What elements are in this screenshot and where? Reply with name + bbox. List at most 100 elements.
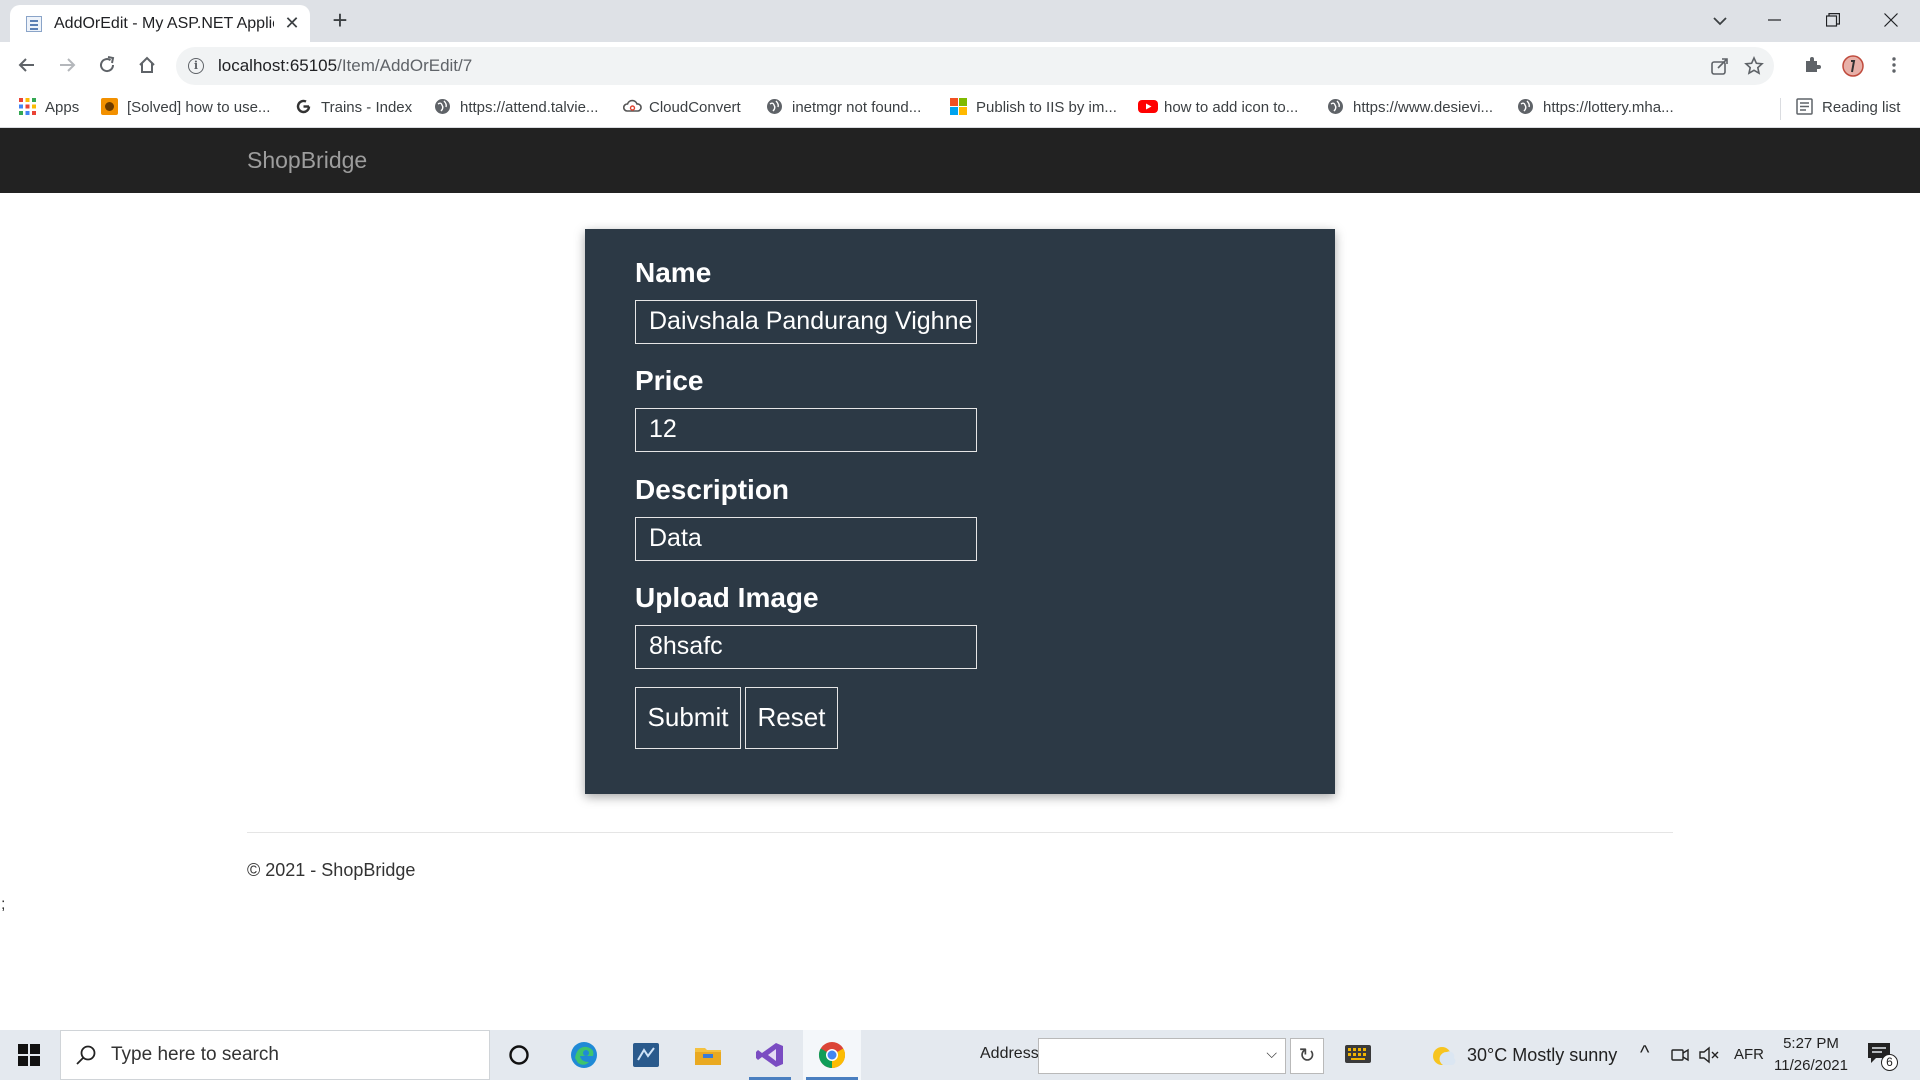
restore-button[interactable] <box>1804 0 1862 40</box>
forward-button[interactable] <box>53 51 81 79</box>
taskbar-visual-studio-code-old[interactable] <box>617 1030 675 1080</box>
bookmark-cloudconvert[interactable]: CloudConvert <box>622 96 741 120</box>
site-navbar: ShopBridge <box>0 128 1920 193</box>
item-form-panel: Name Daivshala Pandurang Vighne Price 12… <box>585 229 1335 794</box>
price-input[interactable]: 12 <box>635 408 977 452</box>
folder-icon <box>695 1048 721 1065</box>
language-indicator[interactable]: AFR <box>1734 1046 1764 1063</box>
stray-text: ; <box>1 896 6 913</box>
bookmark-label: Apps <box>45 99 80 116</box>
price-label: Price <box>635 365 704 396</box>
upload-image-input[interactable]: 8hsafc <box>635 625 977 669</box>
url-text[interactable]: localhost:65105/Item/AddOrEdit/7 <box>218 56 472 76</box>
bookmark-inetmgr[interactable]: inetmgr not found... <box>766 96 921 120</box>
start-button[interactable] <box>0 1030 58 1080</box>
reading-list-icon <box>1796 98 1813 115</box>
reload-button[interactable] <box>93 51 121 79</box>
clock-date: 11/26/2021 <box>1774 1057 1848 1074</box>
bookmarks-divider <box>1780 98 1781 120</box>
site-info-icon[interactable]: i <box>188 58 204 74</box>
reset-button[interactable]: Reset <box>745 687 838 749</box>
taskbar-file-explorer[interactable] <box>679 1030 737 1080</box>
share-icon[interactable] <box>1710 56 1730 76</box>
new-tab-button[interactable]: + <box>326 7 354 35</box>
search-icon <box>76 1045 96 1065</box>
volume-muted-icon[interactable] <box>1698 1045 1720 1065</box>
taskbar-clock[interactable]: 5:27 PM 11/26/2021 <box>1770 1033 1852 1077</box>
bookmark-lottery[interactable]: https://lottery.mha... <box>1517 96 1674 120</box>
footer-copyright: © 2021 - ShopBridge <box>247 860 416 880</box>
bookmark-label: CloudConvert <box>649 99 741 116</box>
globe-icon <box>1517 98 1534 115</box>
browser-toolbar: i localhost:65105/Item/AddOrEdit/7 <box>0 42 1920 88</box>
address-toolbar-input[interactable]: ⌵ <box>1038 1038 1286 1074</box>
address-toolbar-label: Address <box>980 1045 1039 1062</box>
bookmark-codeproject[interactable]: [Solved] how to use... <box>101 96 270 120</box>
globe-icon <box>434 98 451 115</box>
url-path: /Item/AddOrEdit/7 <box>337 56 473 75</box>
meet-camera-icon[interactable] <box>1670 1045 1690 1065</box>
bookmark-youtube[interactable]: how to add icon to... <box>1138 96 1298 120</box>
trains-icon <box>295 98 312 115</box>
notification-count-badge: 6 <box>1881 1054 1898 1071</box>
chrome-icon <box>818 1042 846 1069</box>
taskbar-chrome[interactable] <box>803 1030 861 1080</box>
bookmark-label: Publish to IIS by im... <box>976 99 1117 116</box>
youtube-icon <box>1138 98 1158 115</box>
apps-grid-icon <box>19 98 36 115</box>
extensions-icon[interactable] <box>1798 51 1826 79</box>
tab-strip: AddOrEdit - My ASP.NET Application ✕ + <box>0 0 1920 42</box>
bookmark-label: https://attend.talvie... <box>460 99 599 116</box>
bookmark-label: how to add icon to... <box>1164 99 1299 116</box>
address-bar[interactable]: i localhost:65105/Item/AddOrEdit/7 <box>176 47 1774 85</box>
weather-text[interactable]: 30°C Mostly sunny <box>1467 1045 1617 1066</box>
minimize-button[interactable] <box>1746 0 1804 40</box>
bookmark-label: [Solved] how to use... <box>127 99 271 116</box>
chevron-down-icon[interactable]: ⌵ <box>1266 1045 1277 1062</box>
taskbar-search-input[interactable]: Type here to search <box>60 1030 490 1080</box>
cloudconvert-icon <box>622 98 642 115</box>
bookmark-label: inetmgr not found... <box>792 99 922 116</box>
home-button[interactable] <box>133 51 161 79</box>
brand-link[interactable]: ShopBridge <box>247 147 367 174</box>
description-input[interactable]: Data <box>635 517 977 561</box>
profile-avatar[interactable] <box>1838 51 1866 79</box>
tab-close-icon[interactable]: ✕ <box>280 11 304 35</box>
cortana-button[interactable] <box>490 1030 548 1080</box>
bookmark-desievi[interactable]: https://www.desievi... <box>1327 96 1493 120</box>
edge-icon <box>571 1042 597 1068</box>
bookmark-label: https://lottery.mha... <box>1543 99 1674 116</box>
ssms-icon <box>633 1043 659 1067</box>
url-host: localhost:65105 <box>218 56 338 75</box>
back-button[interactable] <box>13 51 41 79</box>
search-placeholder: Type here to search <box>111 1044 279 1065</box>
bookmark-label: Trains - Index <box>321 99 413 116</box>
name-input[interactable]: Daivshala Pandurang Vighne <box>635 300 977 344</box>
close-window-button[interactable] <box>1862 0 1920 40</box>
windows-taskbar: Type here to search Address ⌵ ↻ 30°C Mos… <box>0 1030 1920 1080</box>
bookmark-apps[interactable]: Apps <box>19 96 79 120</box>
visual-studio-icon <box>756 1043 783 1067</box>
weather-sun-icon[interactable] <box>1430 1043 1456 1069</box>
bookmark-attend[interactable]: https://attend.talvie... <box>434 96 598 120</box>
globe-icon <box>1327 98 1344 115</box>
cortana-circle-icon <box>509 1045 529 1065</box>
bookmark-star-icon[interactable] <box>1744 56 1764 76</box>
tab-search-icon[interactable] <box>1706 7 1734 35</box>
address-refresh-button[interactable]: ↻ <box>1290 1038 1324 1074</box>
reading-list-button[interactable]: Reading list <box>1796 96 1900 120</box>
tray-chevron-up-icon[interactable]: ^ <box>1640 1042 1649 1065</box>
windows-logo-icon <box>18 1044 40 1066</box>
submit-button[interactable]: Submit <box>635 687 741 749</box>
name-label: Name <box>635 257 712 288</box>
taskbar-edge[interactable] <box>555 1030 613 1080</box>
touch-keyboard-icon[interactable] <box>1344 1044 1372 1066</box>
tab-title: AddOrEdit - My ASP.NET Application <box>54 15 274 32</box>
browser-menu-icon[interactable] <box>1880 51 1908 79</box>
upload-image-label: Upload Image <box>635 582 819 613</box>
bookmark-label: https://www.desievi... <box>1353 99 1494 116</box>
browser-tab[interactable]: AddOrEdit - My ASP.NET Application ✕ <box>10 5 310 42</box>
bookmark-trains[interactable]: Trains - Index <box>295 96 412 120</box>
taskbar-visual-studio[interactable] <box>741 1030 799 1080</box>
bookmark-publish-iis[interactable]: Publish to IIS by im... <box>950 96 1117 120</box>
